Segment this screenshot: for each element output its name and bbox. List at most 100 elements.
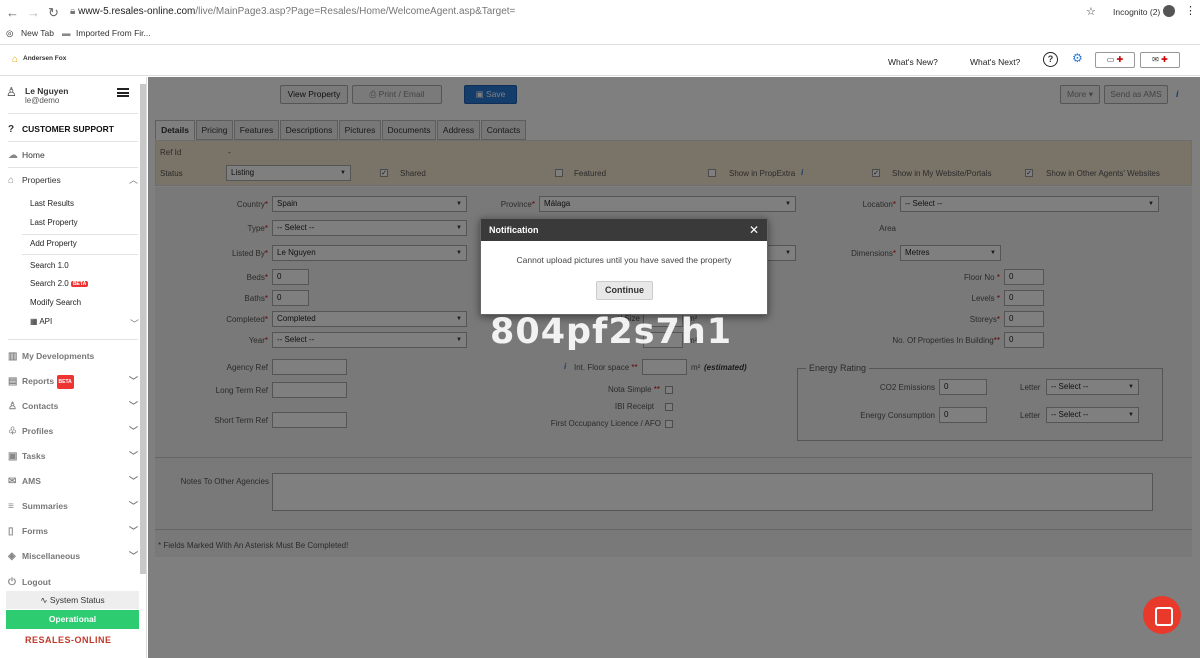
divider	[8, 141, 138, 142]
system-status-label: System Status	[49, 595, 105, 605]
sidebar-item-reports[interactable]: ▤ Reports BETA ﹀	[8, 374, 138, 389]
help-icon[interactable]: ?	[1043, 52, 1058, 67]
sidebar-sub-modify-search[interactable]: Modify Search	[30, 298, 81, 307]
person-icon: ♙	[8, 401, 17, 412]
operational-badge: Operational	[6, 610, 139, 629]
sidebar-item-miscellaneous[interactable]: ◈ Miscellaneous ﹀	[8, 549, 138, 563]
sidebar-sub-last-results[interactable]: Last Results	[30, 199, 74, 208]
chevron-down-icon: ﹀	[128, 451, 138, 461]
divider	[22, 254, 138, 255]
chevron-down-icon: ﹀	[128, 501, 138, 511]
chat-launcher-icon[interactable]	[1143, 596, 1181, 634]
sidebar-item-properties[interactable]: ⌂ Properties ︿	[8, 173, 138, 187]
uk-flag-icon: ✚	[1116, 55, 1124, 64]
sidebar-item-label: CUSTOMER SUPPORT	[22, 124, 114, 134]
envelope-icon: ✉	[8, 476, 17, 487]
globe-icon: ◎	[6, 28, 14, 38]
sidebar-sub-search-2[interactable]: Search 2.0 BETA	[30, 279, 89, 288]
chevron-down-icon: ﹀	[128, 551, 138, 561]
sidebar-sub-api[interactable]: ▦ API	[30, 317, 52, 326]
address-bar[interactable]: 🔒︎ www-5.resales-online.com/live/MainPag…	[70, 6, 515, 17]
beta-badge: BETA	[56, 374, 74, 389]
user-name: Le Nguyen	[25, 86, 69, 96]
modal-title: Notification	[481, 219, 767, 241]
help-circle-icon: ?	[8, 124, 15, 135]
sidebar-item-home[interactable]: ☁ Home	[8, 148, 138, 162]
chevron-down-icon: ﹀	[128, 476, 138, 486]
continue-button[interactable]: Continue	[596, 281, 653, 300]
modal-message: Cannot upload pictures until you have sa…	[516, 255, 732, 265]
sidebar-item-ams[interactable]: ✉ AMS ﹀	[8, 474, 138, 488]
monitor-language-button[interactable]: ▭ ✚	[1095, 52, 1135, 68]
sidebar-item-logout[interactable]: ⏻ Logout	[8, 575, 138, 589]
cloud-icon: ☁	[8, 150, 18, 161]
url-path: /live/MainPage3.asp?Page=Resales/Home/We…	[195, 6, 516, 17]
user-icon: ♙	[6, 85, 17, 99]
divider	[22, 234, 138, 235]
sidebar-sub-label: API	[39, 317, 53, 326]
sidebar-item-label: Contacts	[22, 401, 59, 411]
modal-overlay[interactable]	[148, 77, 1200, 658]
chevron-down-icon: ﹀	[128, 376, 138, 386]
sidebar-item-label: Properties	[22, 175, 61, 185]
report-icon: ▤	[8, 376, 18, 387]
sidebar-item-support[interactable]: ? CUSTOMER SUPPORT	[8, 122, 138, 136]
uk-flag-icon: ✚	[1161, 55, 1168, 64]
sidebar-item-label: Forms	[22, 526, 48, 536]
chevron-up-icon: ︿	[128, 175, 138, 185]
sidebar-item-label: Profiles	[22, 426, 54, 436]
back-icon[interactable]: ←	[6, 5, 19, 20]
sidebar-sub-last-property[interactable]: Last Property	[30, 218, 78, 227]
chat-language-button[interactable]: ✉ ✚	[1140, 52, 1180, 68]
sidebar-item-label: Miscellaneous	[22, 551, 81, 561]
cube-icon: ◈	[8, 551, 16, 562]
sidebar-scrollbar[interactable]	[140, 84, 146, 574]
house-icon: ⌂	[12, 54, 19, 65]
notification-modal: Notification ✕ Cannot upload pictures un…	[480, 218, 768, 315]
sidebar-sub-add-property[interactable]: Add Property	[30, 239, 77, 248]
sidebar-item-tasks[interactable]: ▣ Tasks ﹀	[8, 449, 138, 463]
folder-icon: ▬	[62, 28, 71, 38]
sidebar: ♙ Le Nguyen le@demo ? CUSTOMER SUPPORT ☁ H…	[0, 77, 147, 658]
star-icon[interactable]: ☆	[1086, 5, 1096, 18]
browser-chrome: ← → ↻ 🔒︎ www-5.resales-online.com/live/M…	[0, 0, 1200, 45]
close-icon[interactable]: ✕	[749, 219, 759, 241]
incognito-icon[interactable]	[1163, 5, 1175, 17]
menu-icon[interactable]: ⋮	[1185, 4, 1196, 17]
app-header: ⌂ Andersen Fox What's New? What's Next? …	[0, 45, 1200, 76]
whats-new-link[interactable]: What's New?	[888, 57, 938, 67]
bookmark-imported[interactable]: Imported From Fir...	[76, 28, 151, 38]
sidebar-sub-search-1[interactable]: Search 1.0	[30, 261, 69, 270]
resales-online-logo: RESALES-ONLINE	[25, 635, 112, 645]
sidebar-item-label: AMS	[22, 476, 41, 486]
grid-icon: ▦	[30, 317, 38, 326]
gear-icon[interactable]: ⚙	[1072, 51, 1083, 65]
building-icon: ▥	[8, 351, 18, 362]
sidebar-item-label: Home	[22, 150, 45, 160]
chevron-down-icon[interactable]: ﹀	[130, 317, 139, 330]
reload-icon[interactable]: ↻	[48, 5, 59, 21]
divider	[8, 113, 138, 114]
list-icon: ≡	[8, 501, 14, 512]
system-status[interactable]: ∿ System Status	[6, 591, 139, 609]
profile-label[interactable]: Incognito (2)	[1113, 7, 1160, 17]
forward-icon[interactable]: →	[27, 5, 40, 20]
chevron-down-icon: ﹀	[128, 526, 138, 536]
whats-next-link[interactable]: What's Next?	[970, 57, 1020, 67]
sidebar-item-label: Logout	[22, 577, 51, 587]
brand-logo[interactable]: ⌂ Andersen Fox	[12, 54, 67, 68]
lock-icon: 🔒︎	[70, 6, 76, 17]
bookmark-new-tab[interactable]: New Tab	[21, 28, 54, 38]
watermark-text: 804pf2s7h1	[490, 312, 733, 352]
house-icon: ⌂	[8, 175, 15, 186]
chevron-down-icon: ﹀	[128, 401, 138, 411]
sidebar-item-forms[interactable]: ▯ Forms ﹀	[8, 524, 138, 538]
sidebar-item-label: Reports	[22, 376, 55, 386]
document-icon: ▯	[8, 526, 14, 537]
sidebar-item-label: Summaries	[22, 501, 68, 511]
sidebar-item-summaries[interactable]: ≡ Summaries ﹀	[8, 499, 138, 513]
sidebar-item-my-developments[interactable]: ▥ My Developments	[8, 349, 138, 363]
sidebar-item-profiles[interactable]: ♧ Profiles ﹀	[8, 424, 138, 438]
hamburger-icon[interactable]	[117, 88, 129, 97]
sidebar-item-contacts[interactable]: ♙ Contacts ﹀	[8, 399, 138, 413]
